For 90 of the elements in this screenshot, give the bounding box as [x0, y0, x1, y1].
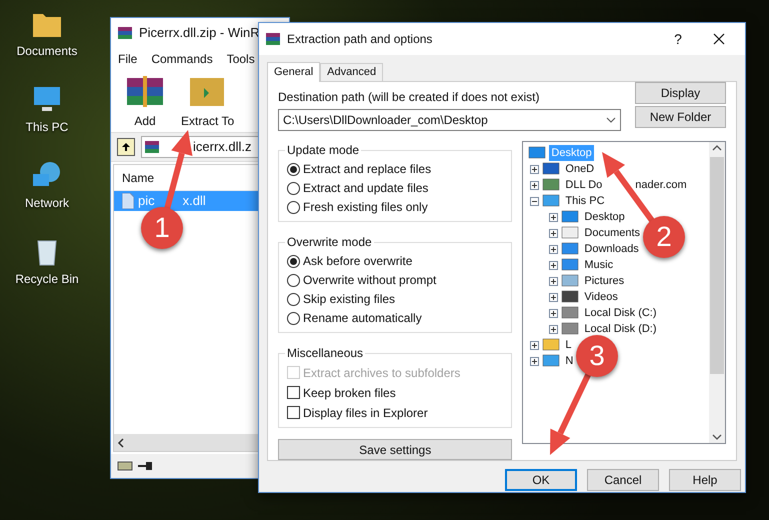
expand-icon[interactable]: [549, 276, 558, 286]
expand-icon[interactable]: [549, 228, 558, 238]
save-settings-button[interactable]: Save settings: [278, 439, 512, 460]
tree-node-icon: [542, 194, 560, 208]
tree-item[interactable]: Pictures: [582, 272, 626, 290]
drive-icon: [117, 460, 133, 472]
radio-option[interactable]: Skip existing files: [287, 291, 504, 307]
radio-option[interactable]: Rename automatically: [287, 310, 504, 326]
books-icon: [265, 31, 281, 47]
checkbox-option[interactable]: Keep broken files: [287, 384, 504, 401]
dialog-button[interactable]: New Folder: [635, 106, 726, 128]
chevron-up-icon[interactable]: [712, 145, 722, 151]
dialog-title: Extraction path and options: [287, 31, 434, 48]
expand-icon[interactable]: [549, 324, 558, 334]
toolbar-button[interactable]: Extract To: [181, 74, 234, 132]
tree-item[interactable]: Local Disk (D:): [582, 320, 659, 338]
tree-node-icon: [561, 210, 580, 224]
desktop-icon-label[interactable]: This PC: [26, 118, 68, 136]
tree-item-text: nader.com: [635, 178, 687, 193]
tree-node-icon: [528, 146, 546, 160]
menu-item[interactable]: File: [118, 50, 138, 68]
menu-item[interactable]: Commands: [151, 50, 213, 68]
group-title: Overwrite mode: [286, 234, 373, 251]
expand-icon[interactable]: [549, 308, 558, 318]
expand-icon[interactable]: [530, 164, 540, 174]
tree-item[interactable]: Documents: [582, 224, 642, 242]
toolbar-button[interactable]: Add: [123, 74, 167, 132]
group-title: Update mode: [286, 142, 360, 159]
tree-node-icon: [542, 178, 560, 192]
desktop-icon-label[interactable]: Network: [24, 194, 69, 212]
tree-item[interactable]: L: [563, 336, 574, 354]
books-icon: [144, 139, 160, 155]
close-icon: [713, 33, 725, 45]
expand-icon[interactable]: [549, 244, 558, 254]
column-header[interactable]: Name: [122, 168, 154, 186]
radio-option[interactable]: Fresh existing files only: [287, 199, 504, 215]
tree-node-icon: [542, 162, 560, 176]
tree-node-icon: [561, 258, 580, 272]
desktop-icon-label[interactable]: Documents: [16, 42, 78, 60]
radio-option[interactable]: Ask before overwrite: [287, 253, 504, 269]
collapse-icon[interactable]: [530, 196, 540, 206]
expand-icon[interactable]: [549, 260, 558, 270]
group-title: Miscellaneous: [286, 345, 364, 362]
expand-icon[interactable]: [530, 356, 540, 366]
dialog-button[interactable]: Help: [669, 469, 741, 491]
expand-icon[interactable]: [530, 340, 540, 350]
tree-node-icon: [542, 354, 560, 368]
books-icon: [117, 25, 133, 41]
tab[interactable]: Advanced: [320, 63, 384, 81]
up-arrow-icon: [121, 142, 131, 152]
field-label: Destination path (will be created if does not exist): [278, 89, 540, 106]
tree-node-icon: [561, 322, 580, 336]
tree-item[interactable]: DLL Do: [563, 176, 604, 194]
tree-item[interactable]: OneD: [563, 160, 596, 178]
dialog-button[interactable]: OK: [505, 469, 577, 491]
chevron-down-icon: [606, 117, 616, 123]
tree-node-icon: [561, 226, 580, 240]
up-folder-button[interactable]: [117, 138, 135, 156]
checkbox-option[interactable]: Display files in Explorer: [287, 404, 504, 421]
tree-item[interactable]: Downloads: [582, 240, 641, 258]
file-name: x.dll: [182, 192, 206, 210]
expand-icon[interactable]: [549, 292, 558, 302]
expand-icon[interactable]: [549, 212, 558, 222]
scrollbar-thumb[interactable]: [710, 157, 724, 374]
expand-icon[interactable]: [530, 180, 540, 190]
tree-item[interactable]: N: [563, 352, 576, 370]
tree-item[interactable]: Local Disk (C:): [582, 304, 659, 322]
tree-item[interactable]: Music: [582, 256, 616, 274]
help-button[interactable]: ?: [663, 28, 693, 50]
chevron-down-icon[interactable]: [712, 434, 722, 440]
dialog-button[interactable]: Cancel: [587, 469, 659, 491]
tree-node-icon: [561, 274, 580, 288]
tree-node-icon: [561, 242, 580, 256]
radio-option[interactable]: Overwrite without prompt: [287, 272, 504, 288]
file-icon: [122, 193, 134, 209]
tree-node-icon: [561, 306, 580, 320]
tree-item[interactable]: This PC: [563, 192, 607, 210]
tree-node-icon: [542, 338, 560, 352]
window-title: Picerrx.dll.zip - WinR: [139, 24, 260, 42]
tree-node-icon: [561, 290, 580, 304]
dialog-button[interactable]: Display: [635, 82, 726, 104]
chevron-left-icon[interactable]: [117, 438, 125, 448]
menu-item[interactable]: Tools: [226, 50, 255, 68]
radio-option[interactable]: Extract and update files: [287, 180, 504, 196]
radio-option[interactable]: Extract and replace files: [287, 161, 504, 177]
tree-item[interactable]: Desktop: [582, 208, 627, 226]
tree-item[interactable]: Videos: [582, 288, 620, 306]
desktop-icon-label[interactable]: Recycle Bin: [15, 270, 79, 288]
path-combo-box[interactable]: C:\Users\DllDownloader_com\Desktop: [278, 109, 621, 131]
tab[interactable]: General: [267, 62, 320, 82]
